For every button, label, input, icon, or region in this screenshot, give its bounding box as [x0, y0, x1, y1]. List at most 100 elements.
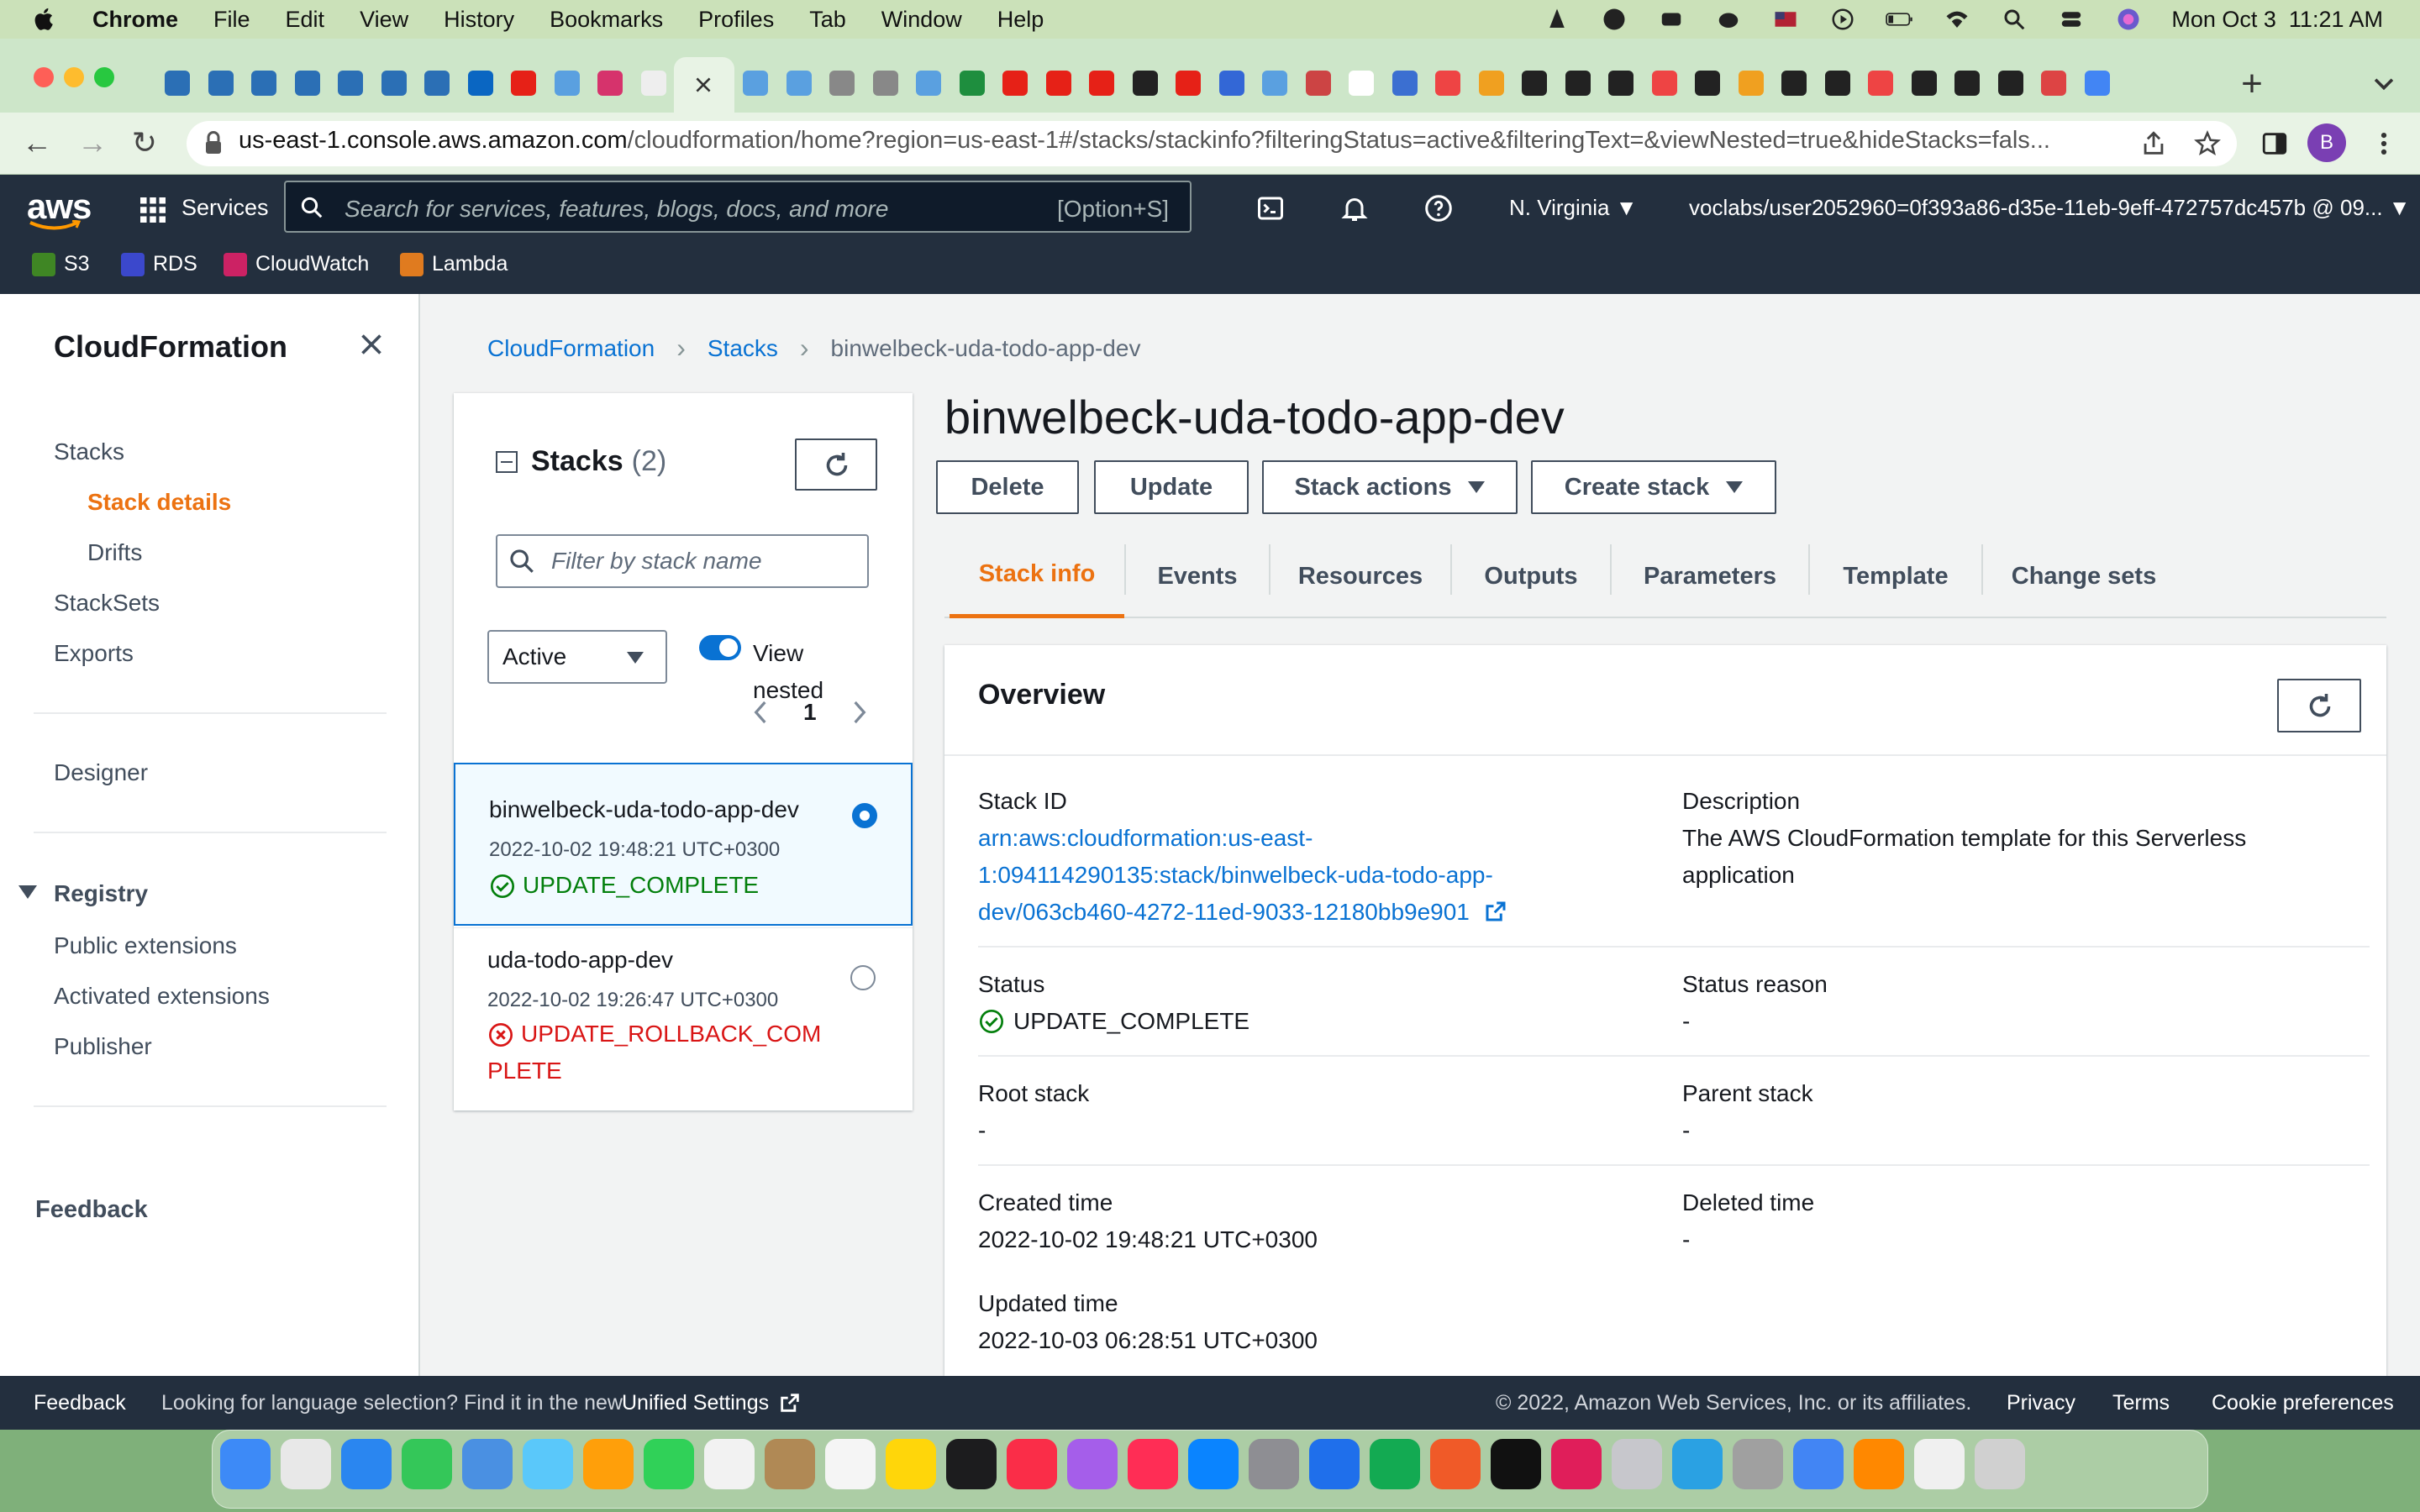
- account-menu[interactable]: voclabs/user2052960=0f393a86-d35e-11eb-9…: [1689, 195, 2411, 221]
- tab-favicon-icon[interactable]: [1781, 71, 1807, 96]
- dock-app-icon[interactable]: [1128, 1439, 1178, 1489]
- dock-app-icon[interactable]: [1067, 1439, 1118, 1489]
- tab-favicon-icon[interactable]: [467, 71, 493, 96]
- tab-favicon-icon[interactable]: [1651, 71, 1677, 96]
- notification-badge-icon[interactable]: [1600, 7, 1628, 32]
- dock-app-icon[interactable]: [1491, 1439, 1541, 1489]
- menu-tab[interactable]: Tab: [809, 7, 846, 33]
- dock-app-icon[interactable]: [220, 1439, 271, 1489]
- tab-favicon-icon[interactable]: [1305, 71, 1331, 96]
- tab-favicon-icon[interactable]: [251, 71, 276, 96]
- menu-history[interactable]: History: [444, 7, 514, 33]
- tab-favicon-icon[interactable]: [1824, 71, 1850, 96]
- lock-icon[interactable]: [203, 131, 224, 156]
- tab-favicon-icon[interactable]: [511, 71, 536, 96]
- menu-bookmarks[interactable]: Bookmarks: [550, 7, 663, 33]
- pagination-page-number[interactable]: 1: [803, 699, 817, 726]
- tab-favicon-icon[interactable]: [1608, 71, 1634, 96]
- dock-app-icon[interactable]: [1793, 1439, 1844, 1489]
- dock-app-icon[interactable]: [1007, 1439, 1057, 1489]
- dock-app-icon[interactable]: [1309, 1439, 1360, 1489]
- stack-id-link[interactable]: arn:aws:cloudformation:us-east- 1:094114…: [978, 820, 1508, 931]
- dock-app-icon[interactable]: [462, 1439, 513, 1489]
- tab-favicon-icon[interactable]: [1738, 71, 1764, 96]
- stack-name[interactable]: uda-todo-app-dev: [487, 947, 673, 974]
- tab-favicon-icon[interactable]: [829, 71, 855, 96]
- dock-app-icon[interactable]: [1612, 1439, 1662, 1489]
- tab-favicon-icon[interactable]: [786, 71, 812, 96]
- tab-favicon-icon[interactable]: [1868, 71, 1893, 96]
- stack-select-radio[interactable]: [850, 965, 876, 990]
- dock-app-icon[interactable]: [1733, 1439, 1783, 1489]
- play-circle-icon[interactable]: [1828, 7, 1857, 32]
- elephant-icon[interactable]: [1714, 7, 1743, 32]
- control-center-icon[interactable]: [2057, 7, 2086, 32]
- create-stack-button[interactable]: Create stack: [1531, 460, 1776, 514]
- dock-app-icon[interactable]: [1430, 1439, 1481, 1489]
- dock-app-icon[interactable]: [523, 1439, 573, 1489]
- region-selector[interactable]: N. Virginia ▼: [1509, 195, 1637, 221]
- battery-icon[interactable]: [1886, 7, 1914, 32]
- bookmark-star-icon[interactable]: [2193, 129, 2222, 158]
- favorite-s3[interactable]: S3: [32, 252, 90, 276]
- menubar-clock[interactable]: Mon Oct 3 11:21 AM: [2171, 7, 2383, 33]
- menu-file[interactable]: File: [213, 7, 250, 33]
- tab-favicon-icon[interactable]: [1392, 71, 1418, 96]
- window-zoom-button[interactable]: [94, 67, 114, 87]
- chevron-right-icon[interactable]: [849, 699, 871, 726]
- menu-edit[interactable]: Edit: [286, 7, 325, 33]
- tab-favicon-icon[interactable]: [381, 71, 407, 96]
- dock-app-icon[interactable]: [825, 1439, 876, 1489]
- notifications-bell-icon[interactable]: [1339, 193, 1370, 223]
- dock-app-icon[interactable]: [765, 1439, 815, 1489]
- update-button[interactable]: Update: [1094, 460, 1249, 514]
- collapse-panel-icon[interactable]: [496, 450, 518, 473]
- tab-change-sets[interactable]: Change sets: [1983, 534, 2185, 618]
- services-grid-icon[interactable]: [138, 195, 168, 225]
- tab-resources[interactable]: Resources: [1270, 534, 1450, 618]
- tab-favicon-icon[interactable]: [2084, 71, 2110, 96]
- dock-app-icon[interactable]: [1249, 1439, 1299, 1489]
- tab-favicon-icon[interactable]: [1089, 71, 1114, 96]
- apple-icon[interactable]: [30, 5, 59, 34]
- dock-app-icon[interactable]: [1188, 1439, 1239, 1489]
- tab-favicon-icon[interactable]: [1176, 71, 1201, 96]
- spotlight-search-icon[interactable]: [2000, 7, 2028, 32]
- tab-favicon-icon[interactable]: [165, 71, 190, 96]
- stacks-refresh-button[interactable]: [795, 438, 877, 491]
- menu-window[interactable]: Window: [881, 7, 962, 33]
- tab-favicon-icon[interactable]: [1565, 71, 1591, 96]
- dock-app-icon[interactable]: [644, 1439, 694, 1489]
- us-flag-icon[interactable]: [1771, 7, 1800, 32]
- reload-icon[interactable]: ↻: [126, 124, 163, 161]
- nav-item-stacksets[interactable]: StackSets: [54, 590, 160, 617]
- close-tab-icon[interactable]: [692, 74, 714, 96]
- tab-favicon-icon[interactable]: [1045, 71, 1071, 96]
- stack-list-item[interactable]: uda-todo-app-dev 2022-10-02 19:26:47 UTC…: [454, 927, 913, 1110]
- dock-app-icon[interactable]: [946, 1439, 997, 1489]
- tab-parameters[interactable]: Parameters: [1612, 534, 1808, 618]
- nav-item-public-extensions[interactable]: Public extensions: [54, 932, 237, 959]
- tab-favicon-icon[interactable]: [554, 71, 580, 96]
- tab-favicon-icon[interactable]: [2041, 71, 2066, 96]
- tab-favicon-icon[interactable]: [1262, 71, 1287, 96]
- favorite-rds[interactable]: RDS: [121, 252, 197, 276]
- tab-favicon-icon[interactable]: [597, 71, 623, 96]
- tab-search-chevron-icon[interactable]: [2370, 69, 2398, 97]
- tab-favicon-icon[interactable]: [424, 71, 450, 96]
- dock-app-icon[interactable]: [886, 1439, 936, 1489]
- dock-app-icon[interactable]: [281, 1439, 331, 1489]
- footer-privacy-link[interactable]: Privacy: [2007, 1391, 2075, 1415]
- nav-item-drifts[interactable]: Drifts: [87, 539, 142, 566]
- tab-favicon-icon[interactable]: [338, 71, 363, 96]
- dock-app-icon[interactable]: [341, 1439, 392, 1489]
- cloudshell-icon[interactable]: [1255, 193, 1286, 223]
- tab-template[interactable]: Template: [1810, 534, 1981, 618]
- tab-favicon-icon[interactable]: [1218, 71, 1244, 96]
- overview-refresh-button[interactable]: [2277, 679, 2361, 732]
- tab-favicon-icon[interactable]: [1954, 71, 1980, 96]
- nav-item-stacks[interactable]: Stacks: [54, 438, 124, 465]
- tab-favicon-icon[interactable]: [1695, 71, 1720, 96]
- dock-app-icon[interactable]: [1914, 1439, 1965, 1489]
- tab-favicon-icon[interactable]: [916, 71, 941, 96]
